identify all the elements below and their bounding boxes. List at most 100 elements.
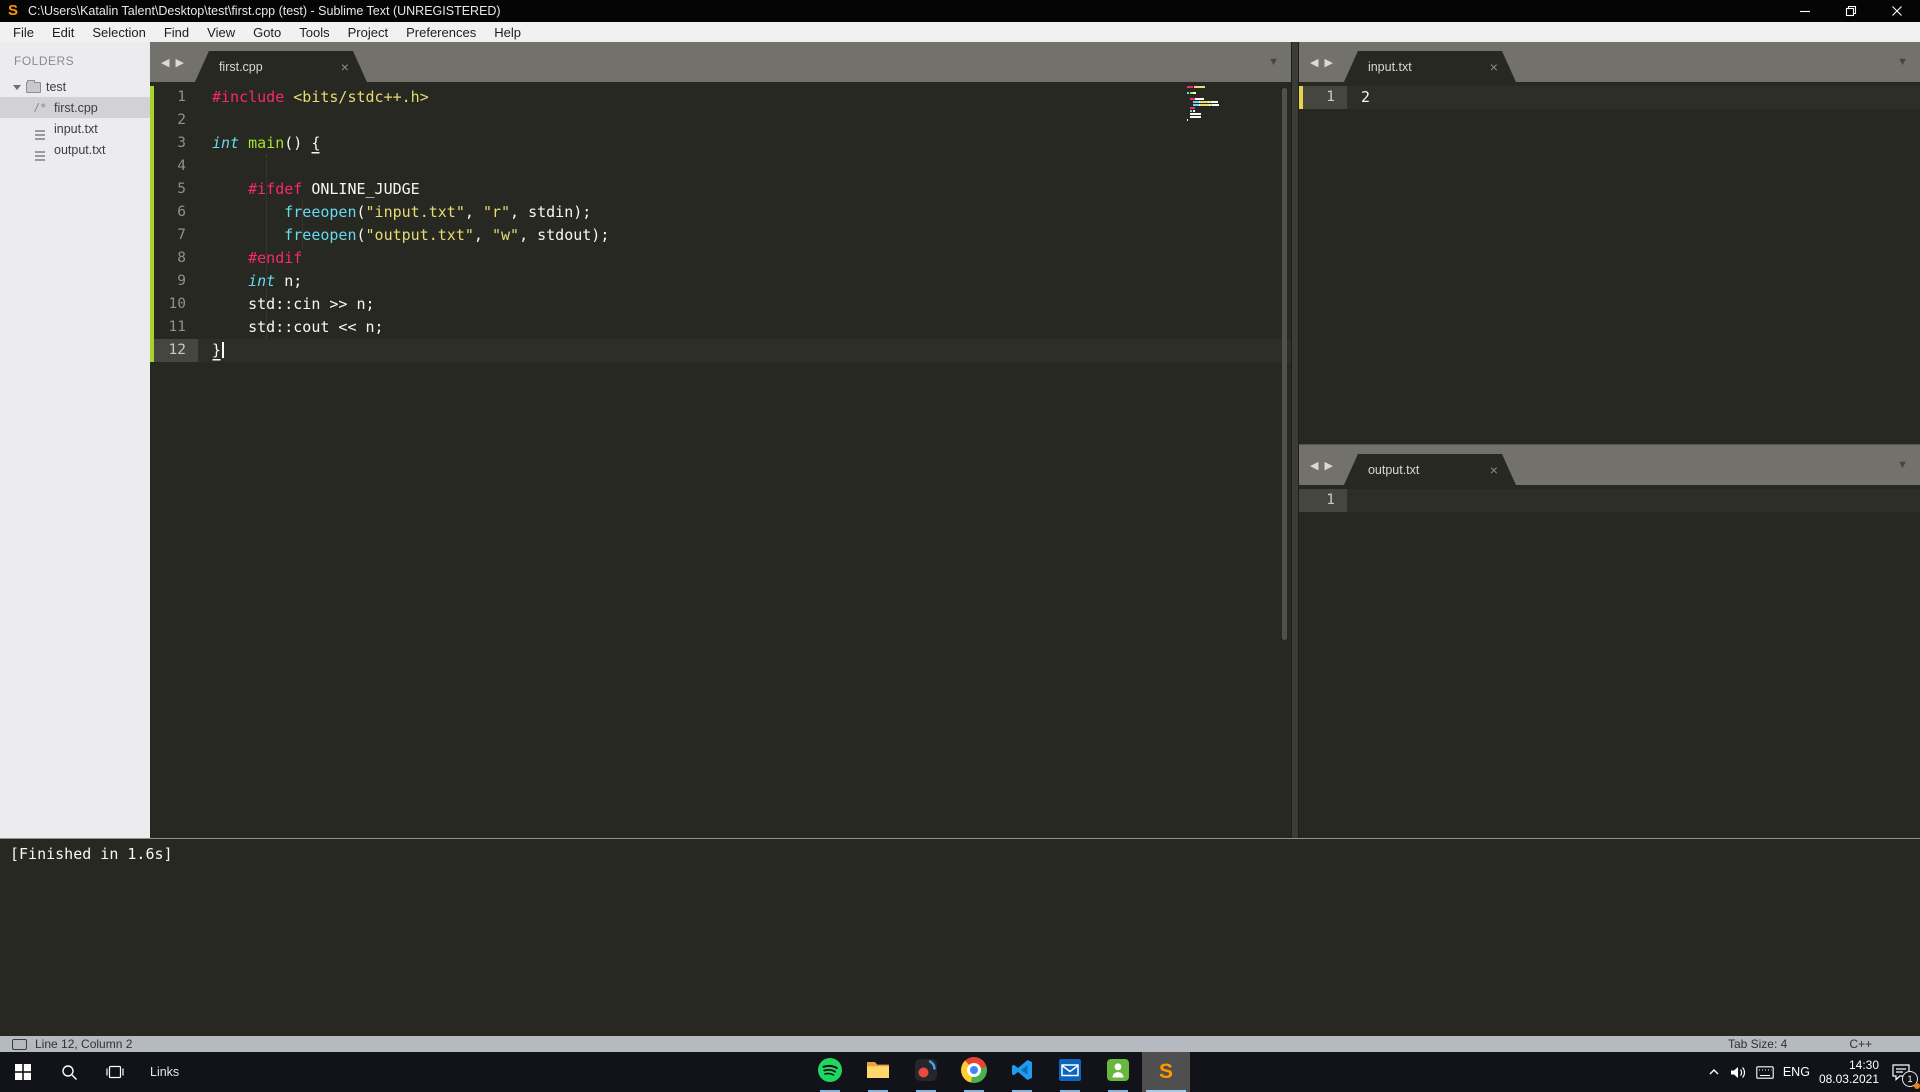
code-line[interactable]: 6 freeopen("input.txt", "r", stdin); — [150, 201, 1291, 224]
token: "w" — [491, 226, 520, 244]
clock[interactable]: 14:30 08.03.2021 — [1819, 1058, 1879, 1086]
start-button[interactable] — [0, 1052, 46, 1092]
file-label: input.txt — [54, 121, 98, 136]
restore-button[interactable] — [1828, 0, 1874, 22]
language-indicator[interactable]: ENG — [1783, 1065, 1810, 1079]
syntax-indicator[interactable]: C++ — [1849, 1037, 1872, 1051]
taskbar-app-spotify[interactable] — [806, 1052, 854, 1092]
task-view-button[interactable] — [92, 1052, 138, 1092]
code-line[interactable]: 9 int n; — [150, 270, 1291, 293]
tab-close-icon[interactable]: × — [1490, 59, 1498, 75]
search-button[interactable] — [46, 1052, 92, 1092]
code-area-input-txt[interactable]: 12 — [1299, 82, 1920, 444]
minimize-button[interactable] — [1782, 0, 1828, 22]
close-button[interactable] — [1874, 0, 1920, 22]
tab-scroll-right-icon[interactable]: ▶ — [1321, 56, 1335, 69]
menu-item-help[interactable]: Help — [485, 23, 530, 42]
tab-first-cpp[interactable]: first.cpp × — [195, 51, 367, 82]
tab-overflow-icon[interactable]: ▼ — [1897, 56, 1908, 68]
menu-item-tools[interactable]: Tools — [290, 23, 338, 42]
taskbar-app-sublime-text[interactable]: S — [1142, 1052, 1190, 1092]
sidebar-folder-test[interactable]: test — [0, 77, 150, 97]
taskbar-app-chrome[interactable] — [950, 1052, 998, 1092]
volume-icon[interactable] — [1730, 1065, 1747, 1080]
code-line[interactable]: 1 — [1299, 489, 1920, 512]
code-line[interactable]: 1 #include <bits/stdc++.h> — [150, 86, 1291, 109]
token: () — [284, 134, 312, 152]
code-line[interactable]: 5 #ifdef ONLINE_JUDGE — [150, 178, 1291, 201]
code-line[interactable]: 11 std::cout << n; — [150, 316, 1291, 339]
code-area-first-cpp[interactable]: 1 #include <bits/stdc++.h> 2 3 int main() { 4… — [150, 82, 1291, 838]
links-toolbar[interactable]: Links — [138, 1065, 191, 1079]
sidebar-item-input-txt[interactable]: input.txt — [0, 118, 150, 139]
taskbar-app-android-app[interactable] — [1094, 1052, 1142, 1092]
tab-scroll-left-icon[interactable]: ◀ — [1307, 459, 1321, 472]
code-line[interactable]: 10 std::cin >> n; — [150, 293, 1291, 316]
line-number: 7 — [177, 227, 186, 243]
code-line[interactable]: 3 int main() { — [150, 132, 1291, 155]
mail-icon — [1057, 1057, 1083, 1088]
menu-item-project[interactable]: Project — [339, 23, 397, 42]
taskbar-app-media-app[interactable] — [902, 1052, 950, 1092]
modified-line-marker — [1299, 86, 1303, 109]
touch-keyboard-icon[interactable] — [1756, 1065, 1774, 1079]
token: "output.txt" — [365, 226, 474, 244]
taskbar-app-mail[interactable] — [1046, 1052, 1094, 1092]
menu-item-edit[interactable]: Edit — [43, 23, 83, 42]
folders-header: FOLDERS — [14, 54, 75, 68]
tray-expand-chevron-icon[interactable] — [1707, 1065, 1721, 1079]
line-number: 11 — [168, 319, 186, 335]
code-line[interactable]: 7 freeopen("output.txt", "w", stdout); — [150, 224, 1291, 247]
menu-item-file[interactable]: File — [4, 23, 43, 42]
tab-overflow-icon[interactable]: ▼ — [1897, 459, 1908, 471]
menu-item-view[interactable]: View — [198, 23, 244, 42]
code-area-output-txt[interactable]: 1 — [1299, 485, 1920, 838]
scrollbar-thumb[interactable] — [1282, 88, 1287, 640]
line-text — [198, 109, 212, 132]
taskbar-app-vscode[interactable] — [998, 1052, 1046, 1092]
tab-scroll-right-icon[interactable]: ▶ — [1321, 459, 1335, 472]
menu-item-preferences[interactable]: Preferences — [397, 23, 485, 42]
line-text: int n; — [198, 270, 302, 293]
build-output-panel[interactable]: [Finished in 1.6s] — [0, 838, 1920, 1036]
line-text: } — [198, 339, 225, 362]
menu-item-selection[interactable]: Selection — [83, 23, 154, 42]
line-text: std::cin >> n; — [198, 293, 374, 316]
tab-scroll-right-icon[interactable]: ▶ — [172, 56, 186, 69]
spotify-icon — [817, 1057, 843, 1088]
code-line[interactable]: 12} — [150, 339, 1291, 362]
menu-item-find[interactable]: Find — [155, 23, 198, 42]
minimap-line — [1187, 92, 1245, 94]
tab-close-icon[interactable]: × — [341, 59, 349, 75]
tab-overflow-icon[interactable]: ▼ — [1268, 56, 1279, 68]
menu-item-goto[interactable]: Goto — [244, 23, 290, 42]
build-result-text: [Finished in 1.6s] — [10, 845, 173, 863]
cpp-file-icon: /* — [33, 101, 47, 114]
code-line[interactable]: 12 — [1299, 86, 1920, 109]
action-center-button[interactable]: 1 — [1888, 1059, 1920, 1089]
right-column: ◀ ▶ input.txt × ▼ 12 ◀ ▶ output.txt × ▼ … — [1299, 42, 1920, 838]
taskbar-app-file-explorer[interactable] — [854, 1052, 902, 1092]
android-app-icon — [1105, 1057, 1131, 1088]
line-number: 5 — [177, 181, 186, 197]
line-number: 4 — [177, 158, 186, 174]
minimap[interactable] — [1187, 86, 1245, 122]
code-line[interactable]: 2 — [150, 109, 1291, 132]
sidebar: FOLDERS test /* first.cpp input.txt output.… — [0, 42, 150, 838]
code-line[interactable]: 4 — [150, 155, 1291, 178]
pane-divider[interactable] — [1291, 42, 1299, 838]
sidebar-item-output-txt[interactable]: output.txt — [0, 139, 150, 160]
tab-scroll-left-icon[interactable]: ◀ — [158, 56, 172, 69]
code-line[interactable]: 8 #endif — [150, 247, 1291, 270]
tab-output-txt[interactable]: output.txt × — [1344, 454, 1516, 485]
tab-size-indicator[interactable]: Tab Size: 4 — [1728, 1037, 1787, 1051]
sidebar-item-first-cpp[interactable]: /* first.cpp — [0, 97, 150, 118]
line-text: std::cout << n; — [198, 316, 383, 339]
tab-scroll-left-icon[interactable]: ◀ — [1307, 56, 1321, 69]
tab-close-icon[interactable]: × — [1490, 462, 1498, 478]
folder-collapse-icon[interactable] — [13, 84, 21, 90]
line-text: freeopen("output.txt", "w", stdout); — [198, 224, 609, 247]
caret-position[interactable]: Line 12, Column 2 — [35, 1037, 132, 1051]
tab-input-txt[interactable]: input.txt × — [1344, 51, 1516, 82]
